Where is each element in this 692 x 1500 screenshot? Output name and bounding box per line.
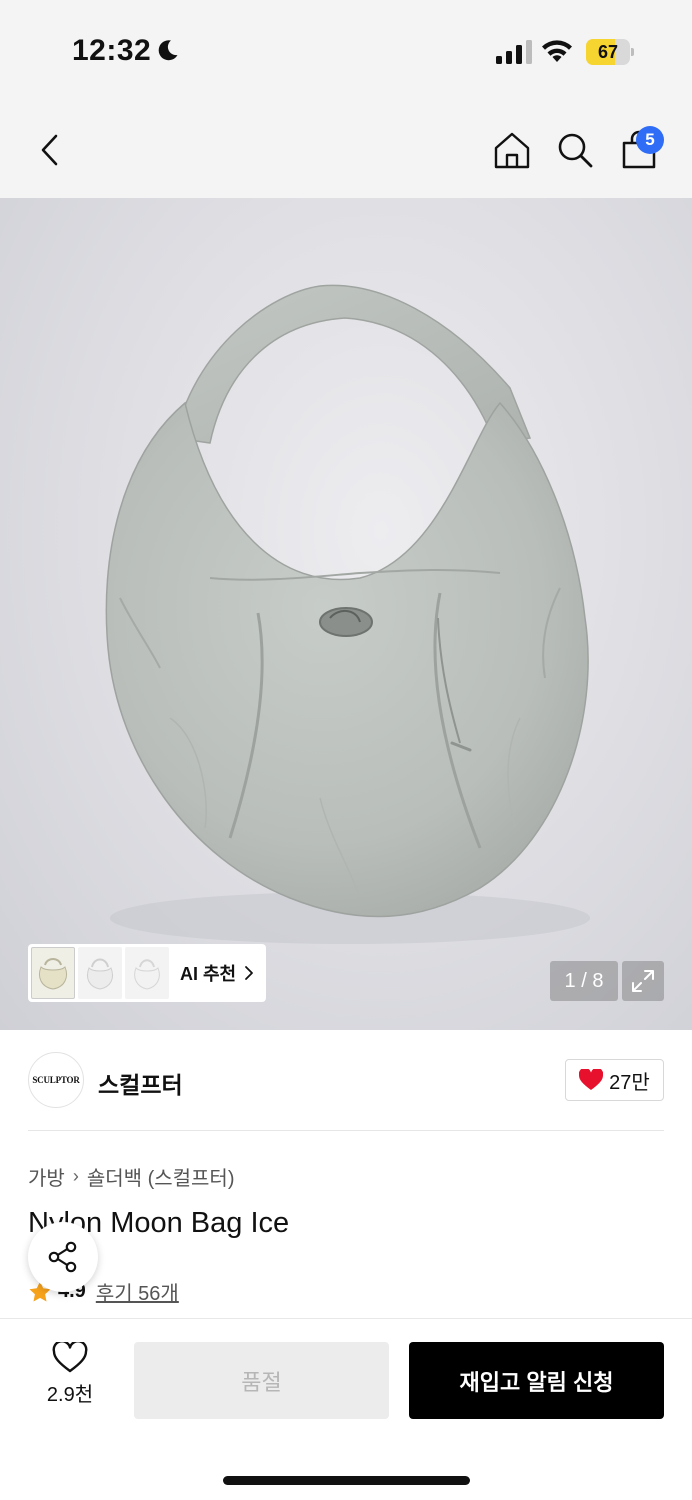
breadcrumb-item[interactable]: 숄더백 (스컬프터) [87, 1162, 235, 1191]
brand-name[interactable]: 스컬프터 [98, 1066, 183, 1100]
chevron-right-icon [245, 966, 254, 980]
status-bar: 12:32 67 [0, 0, 692, 100]
expand-image-button[interactable] [622, 961, 664, 1001]
search-button[interactable] [551, 126, 599, 174]
recommend-thumb[interactable] [78, 947, 122, 999]
signal-icon [496, 40, 532, 64]
status-time: 12:32 [72, 34, 152, 67]
share-icon [48, 1241, 77, 1273]
brand-logo-text: SCULPTOR [32, 1075, 80, 1085]
product-page: 12:32 67 5 AI 추천 1 / 8 SCULPTOR 스컬프터 27만… [0, 0, 692, 1500]
cart-count-badge: 5 [636, 126, 664, 154]
home-icon [494, 132, 530, 169]
wishlist-count: 2.9천 [46, 1384, 94, 1406]
image-counter: 1 / 8 [550, 961, 618, 1001]
wishlist-button[interactable]: 2.9천 [30, 1342, 110, 1418]
product-image [105, 284, 590, 944]
divider [28, 1130, 664, 1131]
top-nav-bar [0, 100, 692, 198]
recommend-thumb[interactable] [125, 947, 169, 999]
search-icon [558, 133, 593, 168]
battery-icon: 67 [586, 39, 634, 65]
heart-filled-icon [579, 1069, 604, 1090]
product-image-gallery[interactable]: AI 추천 1 / 8 [0, 198, 692, 1030]
breadcrumb-separator-icon: › [72, 1166, 79, 1186]
back-button[interactable] [26, 126, 74, 174]
bag-thumb-icon [39, 958, 67, 990]
ai-recommend-label: AI 추천 [180, 964, 237, 984]
bag-thumb-icon [86, 958, 114, 990]
breadcrumb-item[interactable]: 가방 [28, 1162, 65, 1191]
share-button[interactable] [28, 1222, 98, 1292]
battery-level: 67 [597, 42, 619, 62]
wifi-icon [542, 40, 572, 62]
heart-outline-icon [52, 1342, 88, 1373]
brand-like-button[interactable]: 27만 [565, 1059, 664, 1101]
moon-icon [158, 40, 178, 61]
chevron-left-icon [41, 134, 58, 166]
home-indicator [223, 1476, 470, 1485]
home-button[interactable] [488, 126, 536, 174]
breadcrumb: 가방 › 숄더백 (스컬프터) [28, 1162, 235, 1191]
ai-recommend-strip[interactable]: AI 추천 [28, 944, 266, 1002]
recommend-thumb[interactable] [31, 947, 75, 999]
expand-icon [632, 970, 654, 992]
battery-cap [631, 48, 634, 56]
bag-thumb-icon [134, 959, 160, 990]
brand-logo[interactable]: SCULPTOR [28, 1052, 84, 1108]
brand-like-count: 27만 [609, 1071, 650, 1094]
restock-alert-button[interactable]: 재입고 알림 신청 [409, 1342, 664, 1419]
battery-body: 67 [586, 39, 630, 65]
soldout-button[interactable]: 품절 [134, 1342, 389, 1419]
review-link[interactable]: 후기 56개 [96, 1277, 179, 1306]
